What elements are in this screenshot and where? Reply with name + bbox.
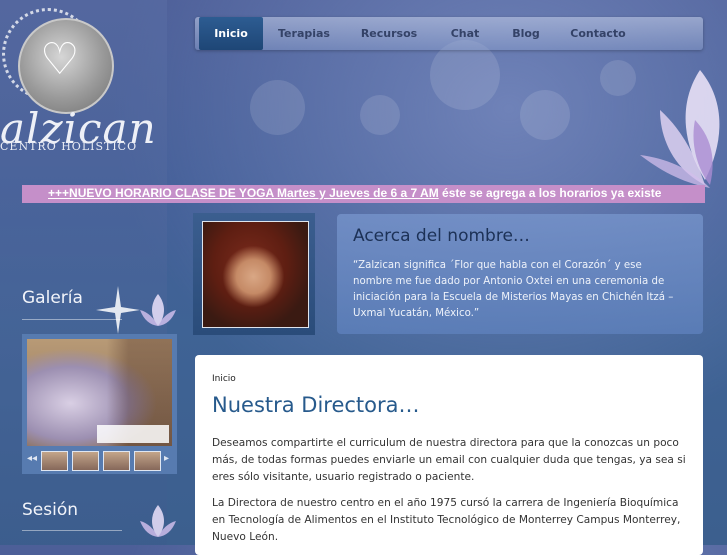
about-title: Acerca del nombre… <box>353 226 530 246</box>
gallery-thumbnail[interactable] <box>103 451 130 471</box>
brand-tagline: CENTRO HOLÍSTICO <box>0 140 138 153</box>
about-text: “Zalzican significa ´Flor que habla con … <box>353 260 674 319</box>
nav-item-terapias[interactable]: Terapias <box>269 17 339 50</box>
nav-item-contacto[interactable]: Contacto <box>567 17 629 50</box>
bokeh-light <box>360 95 400 135</box>
session-divider <box>22 530 122 531</box>
gallery-thumbnails: ◂◂ ▸ <box>27 451 172 471</box>
gallery-widget: ◂◂ ▸ <box>22 334 177 474</box>
director-photo <box>202 221 309 328</box>
gallery-thumbnail[interactable] <box>41 451 68 471</box>
gallery-main-image[interactable] <box>27 339 172 446</box>
sparkle-icon <box>96 286 140 334</box>
heart-lotus-logo-icon: ♡ <box>40 34 80 85</box>
page-title: Nuestra Directora… <box>212 393 420 417</box>
announcement-link[interactable]: +++NUEVO HORARIO CLASE DE YOGA Martes y … <box>48 186 439 200</box>
lotus-flower-icon <box>640 70 720 188</box>
arrow-right-icon[interactable]: ▸ <box>164 453 169 464</box>
announcement-marquee: +++NUEVO HORARIO CLASE DE YOGA Martes y … <box>22 185 705 203</box>
about-box: Acerca del nombre… “Zalzican significa ´… <box>337 214 703 334</box>
content-paragraph-2: La Directora de nuestro centro en el año… <box>212 497 681 543</box>
nav-item-inicio[interactable]: Inicio <box>199 17 263 50</box>
session-title: Sesión <box>22 500 79 520</box>
breadcrumb[interactable]: Inicio <box>212 374 236 384</box>
arrow-left-icon[interactable]: ◂◂ <box>27 453 37 464</box>
bokeh-light <box>430 40 500 110</box>
gallery-caption <box>97 425 169 443</box>
site-logo[interactable]: ♡ alzican CENTRO HOLÍSTICO <box>0 0 167 170</box>
nav-item-blog[interactable]: Blog <box>505 17 547 50</box>
bokeh-light <box>520 90 570 140</box>
lotus-flower-icon <box>140 505 176 537</box>
lotus-flower-icon <box>140 294 176 326</box>
gallery-thumbnail[interactable] <box>72 451 99 471</box>
nav-item-recursos[interactable]: Recursos <box>353 17 425 50</box>
content-paragraph-1: Deseamos compartirte el curriculum de nu… <box>212 437 686 483</box>
announcement-rest: éste se agrega a los horarios ya existe <box>438 186 662 200</box>
main-content: Inicio Nuestra Directora… Deseamos compa… <box>195 355 703 555</box>
main-nav: Inicio Terapias Recursos Chat Blog Conta… <box>195 17 703 50</box>
nav-item-chat[interactable]: Chat <box>441 17 489 50</box>
announcement-text: +++NUEVO HORARIO CLASE DE YOGA Martes y … <box>48 186 661 200</box>
bokeh-light <box>250 80 305 135</box>
gallery-thumbnail[interactable] <box>134 451 161 471</box>
gallery-title: Galería <box>22 288 83 308</box>
